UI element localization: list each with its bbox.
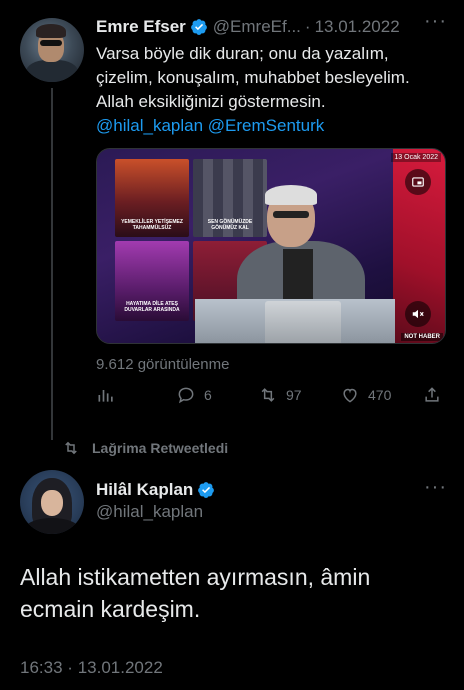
tweet-time: 16:33 — [20, 658, 63, 677]
presenter-glasses — [273, 211, 309, 218]
screen-caption: HAYATIMA DİLE ATEŞ DUVARLAR ARASINDA — [124, 301, 180, 313]
like-count: 470 — [368, 387, 392, 403]
screen-caption: YEMEKLİLER YETİŞEMEZ TAHAMMÜLSÜZ — [121, 219, 183, 231]
retweet-button[interactable]: 97 — [258, 382, 302, 408]
retweet-icon — [261, 388, 275, 402]
tweet-text-line: Varsa böyle dik duran; onu da yazalım, — [96, 44, 389, 63]
picture-in-picture-icon — [412, 177, 424, 187]
avatar-glasses-shape — [40, 40, 62, 46]
tweet-text-line: çizelim, konuşalım, muhabbet besleyelim. — [96, 68, 410, 87]
timestamp-separator: · — [67, 658, 73, 677]
retweeted-by-label[interactable]: Lağrima Retweetledi — [62, 438, 228, 458]
reply-button[interactable]: 6 — [176, 382, 212, 408]
share-button[interactable] — [422, 382, 442, 408]
avatar-hair-shape — [36, 24, 66, 38]
tweet-timestamp[interactable]: 16:33 · 13.01.2022 — [20, 658, 163, 678]
main-tweet-header: Hilâl Kaplan — [96, 479, 220, 501]
studio-screen: HAYATIMA DİLE ATEŞ DUVARLAR ARASINDA — [115, 241, 189, 321]
tweet-text: Varsa böyle dik duran; onu da yazalım, ç… — [96, 42, 456, 138]
view-count: 9.612 görüntülenme — [96, 356, 230, 373]
heart-icon — [343, 388, 357, 403]
retweeted-by-text: Lağrima Retweetledi — [92, 440, 229, 456]
retweet-icon — [65, 441, 77, 455]
reply-icon — [178, 387, 194, 404]
video-player[interactable]: YEMEKLİLER YETİŞEMEZ TAHAMMÜLSÜZ SEN GÖN… — [96, 148, 446, 344]
author-handle[interactable]: @hilal_kaplan — [96, 502, 203, 522]
tweet-text-line: ecmain kardeşim. — [20, 596, 201, 622]
mentions-line: @hilal_kaplan @EremSenturk — [96, 114, 456, 138]
like-button[interactable]: 470 — [340, 382, 391, 408]
channel-logo: NOT HABER — [401, 333, 443, 341]
analytics-icon — [98, 390, 113, 402]
analytics-button[interactable] — [96, 382, 116, 408]
author-name[interactable]: Emre Efser — [96, 17, 186, 37]
picture-in-picture-icon[interactable] — [405, 169, 431, 195]
avatar-hilal-kaplan[interactable] — [20, 470, 84, 534]
action-bar: 6 97 470 — [96, 382, 446, 408]
mention-link[interactable]: @EremSenturk — [208, 116, 324, 135]
tweet-header: Emre Efser @EmreEf... · 13.01.2022 — [96, 15, 400, 39]
avatar-face-shape — [41, 490, 63, 516]
screen-caption: SEN GÖNÜMÜZDE GÖNÜMÜZ KAL — [207, 219, 253, 231]
video-date-badge: 13 Ocak 2022 — [391, 153, 441, 162]
tweet-date[interactable]: 13.01.2022 — [315, 17, 400, 37]
avatar-emre-efser[interactable] — [20, 18, 84, 82]
more-dots-icon[interactable]: ··· — [424, 10, 447, 33]
avatar-body-shape — [26, 60, 78, 82]
tweet-text-line: Allah istikametten ayırmasın, âmin — [20, 564, 371, 590]
verified-badge-icon — [190, 19, 207, 35]
tweet-date: 13.01.2022 — [77, 658, 163, 677]
share-icon — [425, 387, 439, 402]
retweet-count: 97 — [286, 387, 302, 403]
presenter-hair — [265, 185, 317, 205]
avatar-shoulders-shape — [24, 518, 80, 534]
volume-mute-icon — [412, 309, 424, 319]
mention-link[interactable]: @hilal_kaplan — [96, 116, 203, 135]
verified-badge-icon — [198, 482, 215, 498]
studio-screen: SEN GÖNÜMÜZDE GÖNÜMÜZ KAL — [193, 159, 267, 237]
author-handle[interactable]: @EmreEf... — [213, 17, 301, 37]
tweet-text-line: Allah eksikliğinizi göstermesin. — [96, 92, 326, 111]
laptop-shape — [265, 301, 341, 343]
studio-screen: YEMEKLİLER YETİŞEMEZ TAHAMMÜLSÜZ — [115, 159, 189, 237]
header-separator: · — [304, 17, 311, 36]
quoted-tweet[interactable]: Emre Efser @EmreEf... · 13.01.2022 ··· V… — [0, 0, 464, 440]
more-dots-icon[interactable]: ··· — [424, 476, 447, 499]
main-tweet-text: Allah istikametten ayırmasın, âmin ecmai… — [20, 561, 450, 625]
volume-mute-icon[interactable] — [405, 301, 431, 327]
reply-count: 6 — [204, 387, 212, 403]
author-name[interactable]: Hilâl Kaplan — [96, 480, 193, 500]
thread-connector-line — [51, 88, 53, 440]
